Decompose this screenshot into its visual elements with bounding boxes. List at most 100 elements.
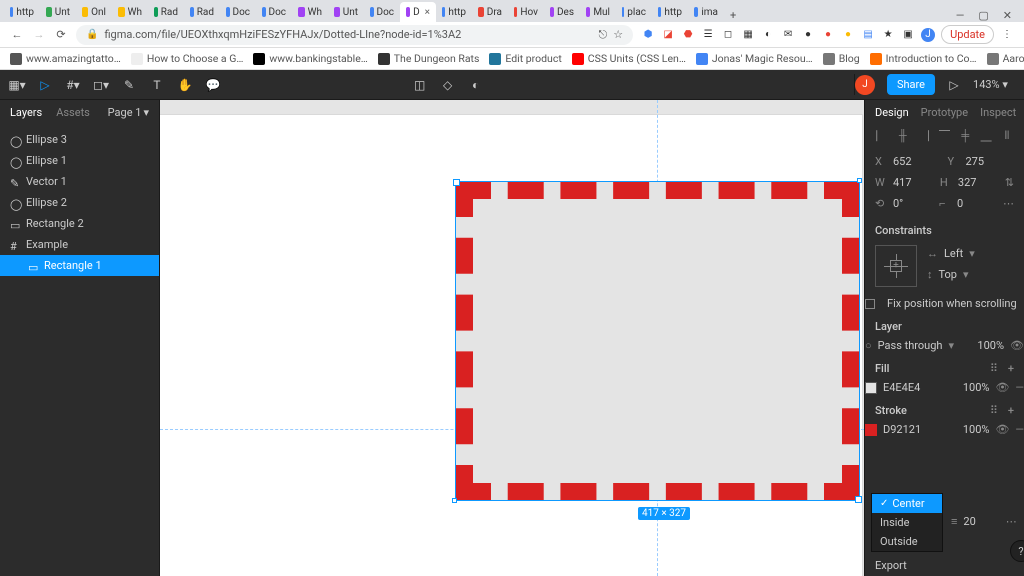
bookmark-item[interactable]: How to Choose a G… bbox=[131, 52, 244, 65]
move-tool-icon[interactable]: ▷ bbox=[38, 78, 52, 92]
browser-tab[interactable]: http bbox=[436, 2, 472, 22]
menu-icon[interactable]: ⋮ bbox=[1000, 28, 1014, 42]
visibility-icon[interactable]: 👁 bbox=[1010, 339, 1024, 352]
ext-icon[interactable]: ✉ bbox=[781, 28, 795, 42]
browser-tab[interactable]: Des bbox=[544, 2, 580, 22]
browser-tab[interactable]: Rad bbox=[184, 2, 220, 22]
h-input[interactable]: 327 bbox=[958, 176, 999, 189]
translate-icon[interactable]: ⎋ bbox=[598, 28, 607, 42]
ext-icon[interactable]: ● bbox=[841, 28, 855, 42]
close-window-button[interactable]: ✕ bbox=[1003, 9, 1012, 22]
tab-inspect[interactable]: Inspect bbox=[980, 106, 1016, 119]
fill-visibility-icon[interactable]: 👁 bbox=[995, 381, 1009, 394]
browser-tab[interactable]: Unt bbox=[40, 2, 76, 22]
ext-icon[interactable]: ▣ bbox=[901, 28, 915, 42]
ext-icon[interactable]: ◪ bbox=[661, 28, 675, 42]
minimize-button[interactable]: — bbox=[956, 9, 965, 22]
mask-icon[interactable]: ◐ bbox=[469, 78, 483, 92]
comment-tool-icon[interactable]: 💬 bbox=[206, 78, 220, 92]
ext-icon[interactable]: ▤ bbox=[861, 28, 875, 42]
add-fill-icon[interactable]: + bbox=[1008, 362, 1014, 375]
stroke-hex-input[interactable]: D92121 bbox=[883, 423, 921, 436]
align-left-icon[interactable]: ⎸ bbox=[875, 129, 889, 143]
constraints-widget[interactable]: + bbox=[875, 245, 917, 287]
share-button[interactable]: Share bbox=[887, 74, 935, 95]
stroke-advanced-icon[interactable]: ⋯ bbox=[1006, 515, 1017, 528]
layer-opacity-input[interactable]: 100% bbox=[977, 339, 1004, 352]
url-field[interactable]: 🔒 figma.com/file/UEOXthxqmHziFESzYFHAJx/… bbox=[76, 25, 633, 45]
bookmark-item[interactable]: www.amazingtatto… bbox=[10, 52, 121, 65]
browser-tab[interactable]: Unt bbox=[328, 2, 364, 22]
browser-tab[interactable]: Wh bbox=[292, 2, 328, 22]
forward-button[interactable]: → bbox=[32, 28, 46, 41]
stroke-visibility-icon[interactable]: 👁 bbox=[995, 423, 1009, 436]
user-avatar[interactable]: J bbox=[855, 75, 875, 95]
component-icon[interactable]: ◇ bbox=[441, 78, 455, 92]
bookmark-item[interactable]: Introduction to Co… bbox=[870, 52, 977, 65]
browser-tab[interactable]: Dra bbox=[472, 2, 508, 22]
distribute-icon[interactable]: ⫴ bbox=[1000, 129, 1014, 143]
new-tab-button[interactable]: + bbox=[724, 9, 742, 22]
remove-stroke-icon[interactable]: — bbox=[1015, 423, 1024, 436]
zoom-level[interactable]: 143% ▾ bbox=[973, 78, 1008, 91]
ext-icon[interactable]: ● bbox=[801, 28, 815, 42]
align-right-icon[interactable]: ⎹ bbox=[917, 129, 931, 143]
align-hcenter-icon[interactable]: ╫ bbox=[896, 129, 910, 143]
x-input[interactable]: 652 bbox=[893, 155, 942, 168]
back-button[interactable]: ← bbox=[10, 28, 24, 41]
remove-fill-icon[interactable]: — bbox=[1015, 381, 1024, 394]
browser-tab[interactable]: Wh bbox=[112, 2, 148, 22]
stroke-style-icon[interactable]: ⠿ bbox=[990, 404, 998, 417]
browser-tab[interactable]: Doc bbox=[364, 2, 400, 22]
ext-icon[interactable]: ⬣ bbox=[681, 28, 695, 42]
layer-item[interactable]: #Example bbox=[0, 234, 159, 255]
fill-style-icon[interactable]: ⠿ bbox=[990, 362, 998, 375]
layer-item[interactable]: ◯Ellipse 1 bbox=[0, 150, 159, 171]
align-vcenter-icon[interactable]: ╪ bbox=[958, 129, 972, 143]
browser-tab[interactable]: http bbox=[652, 2, 688, 22]
more-options-icon[interactable]: ⋯ bbox=[1003, 197, 1014, 210]
add-stroke-icon[interactable]: + bbox=[1008, 404, 1014, 417]
bookmark-item[interactable]: The Dungeon Rats bbox=[378, 52, 480, 65]
ext-icon[interactable]: ● bbox=[821, 28, 835, 42]
canvas[interactable]: 417 × 327 bbox=[160, 100, 864, 576]
bookmark-item[interactable]: Jonas' Magic Resou… bbox=[696, 52, 813, 65]
stroke-align-option-center[interactable]: Center bbox=[872, 494, 942, 513]
main-menu-icon[interactable]: ▦▾ bbox=[10, 78, 24, 92]
h-constraint-select[interactable]: Left bbox=[944, 247, 963, 260]
close-tab-icon[interactable]: × bbox=[425, 7, 430, 18]
layer-item[interactable]: ◯Ellipse 3 bbox=[0, 129, 159, 150]
layer-item[interactable]: ▭Rectangle 1 bbox=[0, 255, 159, 276]
browser-tab[interactable]: Hov bbox=[508, 2, 544, 22]
bookmark-item[interactable]: Blog bbox=[823, 52, 860, 65]
browser-tab[interactable]: D× bbox=[400, 2, 436, 22]
corner-radius-input[interactable]: 0 bbox=[957, 197, 997, 210]
browser-tab[interactable]: Onl bbox=[76, 2, 112, 22]
hand-tool-icon[interactable]: ✋ bbox=[178, 78, 192, 92]
align-top-icon[interactable]: ⎺ bbox=[937, 129, 951, 143]
help-button[interactable]: ? bbox=[1010, 540, 1024, 562]
present-icon[interactable]: ▷ bbox=[947, 78, 961, 92]
ext-icon[interactable]: ★ bbox=[881, 28, 895, 42]
browser-tab[interactable]: Mul bbox=[580, 2, 616, 22]
layer-item[interactable]: ◯Ellipse 2 bbox=[0, 192, 159, 213]
tab-assets[interactable]: Assets bbox=[56, 106, 90, 119]
star-icon[interactable]: ☆ bbox=[613, 28, 623, 41]
rotation-input[interactable]: 0° bbox=[893, 197, 933, 210]
maximize-button[interactable]: ▢ bbox=[978, 9, 988, 22]
selection-handle[interactable] bbox=[857, 178, 862, 183]
constrain-proportions-icon[interactable]: ⇅ bbox=[1005, 176, 1014, 189]
export-title[interactable]: Export bbox=[875, 559, 907, 572]
update-button[interactable]: Update bbox=[941, 25, 994, 44]
fill-opacity-input[interactable]: 100% bbox=[963, 381, 990, 394]
browser-tab[interactable]: Doc bbox=[256, 2, 292, 22]
w-input[interactable]: 417 bbox=[893, 176, 934, 189]
y-input[interactable]: 275 bbox=[966, 155, 1015, 168]
reload-button[interactable]: ⟳ bbox=[54, 28, 68, 41]
ext-icon[interactable]: ◻ bbox=[721, 28, 735, 42]
tab-design[interactable]: Design bbox=[875, 106, 909, 119]
stroke-swatch[interactable] bbox=[865, 424, 877, 436]
layer-item[interactable]: ✎Vector 1 bbox=[0, 171, 159, 192]
align-bottom-icon[interactable]: ⎽ bbox=[979, 129, 993, 143]
selection-handle[interactable] bbox=[452, 498, 457, 503]
